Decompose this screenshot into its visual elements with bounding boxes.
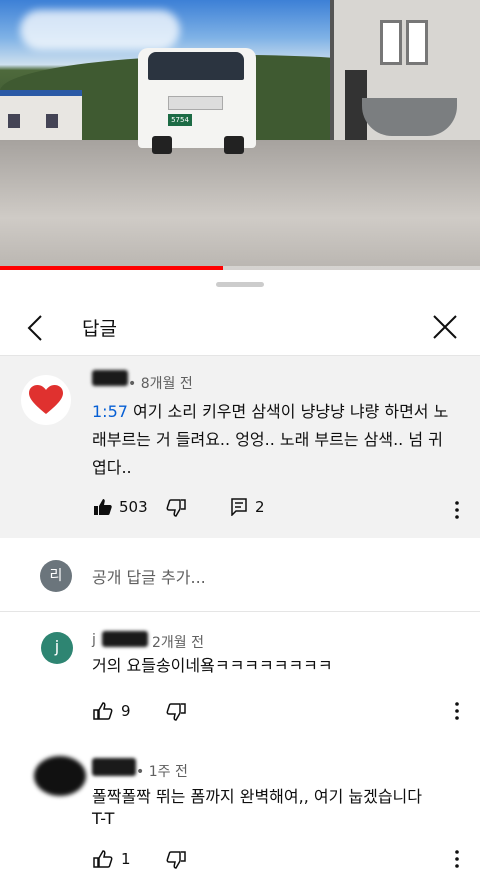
video-frame-window [8, 114, 20, 128]
like-count: 1 [121, 850, 131, 868]
thumbs-down-icon [166, 851, 186, 869]
video-frame-window [46, 114, 58, 128]
like-count: 503 [119, 498, 148, 516]
more-vert-icon [455, 702, 459, 720]
comment-text-line-2: 래부르는 거 들려요.. 엉엉.. 노래 부르는 삼색.. 넘 귀 [92, 430, 443, 449]
more-vert-icon [455, 501, 459, 519]
author-name-redacted[interactable] [102, 631, 148, 647]
comment-time: 2개월 전 [152, 635, 204, 651]
avatar: 리 [40, 560, 72, 592]
comment-text-line: 1:57 여기 소리 키우면 삼색이 냥냥냥 냐량 하면서 노 [92, 398, 448, 426]
thumbs-up-icon [93, 702, 113, 720]
sheet-title: 답글 [82, 318, 117, 340]
video-frame-window [406, 20, 428, 65]
sheet-header: 답글 [0, 300, 480, 356]
thumbs-down-icon [166, 703, 186, 721]
video-frame-building-left [0, 90, 82, 146]
add-reply-row[interactable]: 리 공개 답글 추가... [0, 538, 480, 612]
more-options-button[interactable] [454, 501, 460, 519]
like-button[interactable]: 9 [93, 702, 131, 720]
more-vert-icon [455, 850, 459, 868]
comment-text-line-1: 여기 소리 키우면 삼색이 냥냥냥 냐량 하면서 노 [133, 402, 449, 421]
reply-count: 2 [255, 498, 265, 516]
video-frame-license-plate: 5754 [168, 114, 192, 126]
avatar[interactable]: j [41, 632, 73, 664]
thumbs-up-icon [94, 499, 112, 515]
video-player[interactable]: 5754 [0, 0, 480, 270]
video-frame-windshield [148, 52, 244, 80]
video-frame-wheelbarrow [362, 98, 457, 136]
more-options-button[interactable] [454, 702, 460, 720]
dislike-button[interactable] [166, 499, 186, 517]
video-frame-ground [0, 140, 480, 270]
video-frame-truck: 5754 [138, 48, 256, 154]
back-button[interactable] [20, 312, 52, 344]
thumbs-down-icon [166, 499, 186, 517]
dislike-button[interactable] [166, 851, 186, 869]
close-button[interactable] [428, 310, 462, 344]
thumbs-up-icon [93, 850, 113, 868]
video-frame-wheel [224, 136, 244, 154]
author-name-redacted[interactable] [92, 758, 136, 776]
comment-time: • 1주 전 [136, 764, 188, 780]
video-frame-cloud [20, 10, 180, 50]
like-count: 9 [121, 702, 131, 720]
reply-input[interactable]: 공개 답글 추가... [92, 564, 206, 588]
video-frame-window [380, 20, 402, 65]
comment-text: 거의 요들송이네욬ㅋㅋㅋㅋㅋㅋㅋㅋ [92, 656, 333, 675]
replies-sheet: 답글 • 8개월 전 1:57 여기 소리 키우면 삼색이 냥냥냥 냐량 하면서… [0, 270, 480, 890]
author-name-redacted[interactable] [92, 370, 128, 386]
sheet-drag-handle[interactable] [216, 282, 264, 287]
like-button[interactable]: 503 [93, 498, 148, 516]
avatar[interactable] [21, 375, 71, 425]
author-name-visible[interactable]: j [92, 632, 96, 648]
comment-time: • 8개월 전 [128, 376, 193, 392]
comment-text-line-3: 엽다.. [92, 458, 132, 477]
avatar[interactable] [34, 756, 86, 796]
parent-comment: • 8개월 전 1:57 여기 소리 키우면 삼색이 냥냥냥 냐량 하면서 노 … [0, 356, 480, 538]
video-frame-grill [168, 96, 223, 110]
dislike-button[interactable] [166, 703, 186, 721]
comment-icon [231, 498, 247, 516]
chevron-left-icon [27, 315, 42, 341]
comment-text-line-2: T-T [92, 809, 115, 828]
more-options-button[interactable] [454, 850, 460, 868]
heart-icon [29, 385, 63, 414]
replies-button[interactable]: 2 [231, 498, 265, 516]
like-button[interactable]: 1 [93, 850, 131, 868]
close-icon [433, 315, 457, 339]
comment-text-line-1: 폴짝폴짝 뛰는 폼까지 완벽해여,, 여기 눕겠습니다 [92, 787, 423, 806]
video-frame-wheel [152, 136, 172, 154]
timestamp-link[interactable]: 1:57 [92, 402, 128, 421]
